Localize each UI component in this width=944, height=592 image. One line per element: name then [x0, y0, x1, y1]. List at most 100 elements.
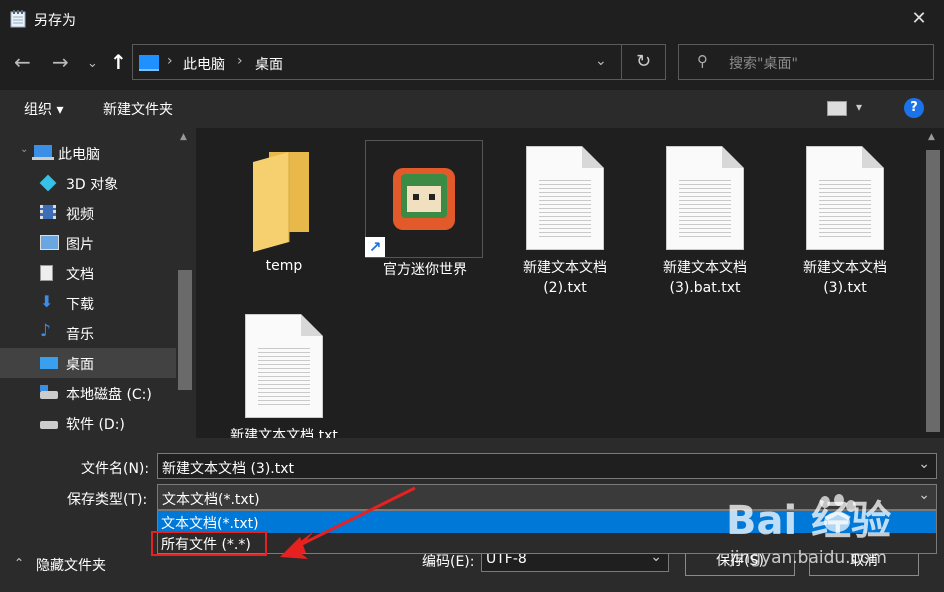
sidebar-item-drive-c[interactable]: 本地磁盘 (C:) — [0, 378, 176, 408]
filename-label: 文件名(N): — [81, 461, 150, 477]
sidebar-item-label: 3D 对象 — [66, 177, 119, 193]
documents-icon — [40, 265, 58, 281]
breadcrumb-separator-icon: › — [167, 53, 173, 69]
pictures-icon — [40, 235, 59, 251]
search-icon: ⚲ — [697, 52, 708, 70]
file-list-scrollbar-thumb[interactable] — [926, 150, 940, 432]
sidebar-item-label: 音乐 — [66, 327, 94, 343]
sidebar-item-music[interactable]: ♪ 音乐 — [0, 318, 176, 348]
help-button[interactable]: ? — [904, 98, 924, 118]
file-item-temp[interactable]: temp — [224, 148, 344, 276]
title-bar — [0, 0, 944, 38]
download-icon: ⬇ — [40, 292, 54, 311]
text-document-icon — [526, 146, 604, 250]
refresh-icon: ↻ — [635, 51, 652, 72]
view-options-icon[interactable] — [827, 101, 847, 116]
game-app-icon — [393, 168, 455, 230]
breadcrumb-separator-icon: › — [237, 53, 243, 69]
back-button[interactable]: ← — [14, 52, 31, 72]
window-title: 另存为 — [34, 13, 76, 29]
filename-input[interactable]: 新建文本文档 (3).txt ⌄ — [157, 453, 937, 479]
file-label: 新建文本文档 (2).txt — [523, 260, 607, 296]
sidebar-item-label: 本地磁盘 (C:) — [66, 387, 152, 403]
sidebar-item-video[interactable]: 视频 — [0, 198, 176, 228]
sidebar-item-documents[interactable]: 文档 — [0, 258, 176, 288]
arrow-left-icon: ← — [14, 50, 31, 74]
sidebar-item-label: 图片 — [66, 237, 94, 253]
file-item-doc[interactable]: 新建文本文档.txt — [224, 314, 344, 438]
text-document-icon — [245, 314, 323, 418]
breadcrumb-this-pc[interactable]: 此电脑 — [183, 54, 225, 74]
hide-folders-toggle[interactable]: 隐藏文件夹 — [36, 555, 106, 575]
computer-icon — [32, 145, 54, 161]
close-button[interactable]: ✕ — [904, 6, 934, 32]
text-document-icon — [666, 146, 744, 250]
sidebar-item-label: 桌面 — [66, 357, 94, 373]
drive-icon — [40, 415, 58, 431]
video-icon — [40, 205, 58, 221]
file-label: 新建文本文档 (3).txt — [803, 260, 887, 296]
recent-locations-button[interactable]: ⌄ — [87, 54, 98, 74]
computer-icon — [139, 55, 159, 71]
refresh-button[interactable]: ↻ — [622, 44, 666, 80]
scroll-up-icon[interactable]: ▲ — [928, 132, 935, 142]
file-item-doc-3-bat[interactable]: 新建文本文档 (3).bat.txt — [645, 146, 765, 296]
annotation-arrow-icon — [280, 486, 416, 559]
encoding-label: 编码(E): — [422, 554, 475, 570]
file-item-doc-2[interactable]: 新建文本文档 (2).txt — [505, 146, 625, 296]
arrow-up-icon: ↑ — [110, 50, 127, 74]
sidebar-item-desktop[interactable]: 桌面 — [0, 348, 176, 378]
watermark-url: jingyan.baidu.com — [730, 548, 887, 568]
annotation-highlight-box — [151, 531, 267, 556]
up-button[interactable]: ↑ — [110, 52, 127, 72]
search-placeholder: 搜索"桌面" — [729, 56, 798, 72]
watermark-brand: Bai 经验 — [726, 498, 892, 544]
sidebar-item-pictures[interactable]: 图片 — [0, 228, 176, 258]
new-folder-button[interactable]: 新建文件夹 — [103, 99, 173, 119]
sidebar-item-label: 文档 — [66, 267, 94, 283]
chevron-up-icon[interactable]: ⌃ — [14, 556, 24, 570]
file-label: 官方迷你世界 — [383, 262, 467, 278]
sidebar-item-drive-d[interactable]: 软件 (D:) — [0, 408, 176, 438]
chevron-down-icon[interactable]: ⌄ — [918, 456, 930, 472]
forward-button[interactable]: → — [52, 52, 69, 72]
sidebar-item-downloads[interactable]: ⬇ 下载 — [0, 288, 176, 318]
text-document-icon — [806, 146, 884, 250]
chevron-down-icon: ⌄ — [87, 56, 98, 71]
sidebar-scrollbar-thumb[interactable] — [178, 270, 192, 390]
sidebar-item-this-pc[interactable]: ⌄ 此电脑 — [0, 138, 176, 168]
filetype-value: 文本文档(*.txt) — [162, 492, 260, 508]
folder-icon — [253, 152, 309, 252]
expand-icon[interactable]: ⌄ — [20, 144, 28, 155]
paw-icon — [816, 494, 860, 534]
option-label: 文本文档(*.txt) — [161, 516, 259, 532]
address-bar[interactable]: › 此电脑 › 桌面 ⌄ — [132, 44, 622, 80]
music-icon: ♪ — [40, 321, 51, 341]
baidu-watermark: Bai 经验 jingyan.baidu.com — [700, 478, 940, 578]
file-label: 新建文本文档.txt — [230, 428, 338, 438]
shortcut-arrow-icon: ↗ — [365, 237, 385, 257]
view-options-chevron-icon[interactable]: ▾ — [856, 100, 862, 114]
sidebar-item-label: 软件 (D:) — [66, 417, 125, 433]
navigation-pane: ⌄ 此电脑 3D 对象 视频 图片 文档 ⬇ 下载 ♪ 音乐 桌面 本地磁盘 (… — [0, 128, 196, 438]
close-icon: ✕ — [911, 8, 927, 29]
sidebar-item-3d-objects[interactable]: 3D 对象 — [0, 168, 176, 198]
address-dropdown-icon[interactable]: ⌄ — [595, 53, 607, 69]
organize-menu[interactable]: 组织 ▾ — [24, 99, 63, 119]
sidebar-item-label: 此电脑 — [58, 147, 100, 163]
file-list: temp ↗ 官方迷你世界 新建文本文档 (2).txt 新建文本文档 (3).… — [196, 128, 944, 438]
breadcrumb-desktop[interactable]: 桌面 — [255, 54, 283, 74]
filename-value: 新建文本文档 (3).txt — [162, 461, 294, 477]
file-item-shortcut-label: 官方迷你世界 — [365, 260, 485, 280]
file-label: temp — [265, 258, 303, 274]
sidebar-item-label: 下载 — [66, 297, 94, 313]
file-item-doc-3[interactable]: 新建文本文档 (3).txt — [785, 146, 905, 296]
file-item-shortcut[interactable]: ↗ — [365, 140, 483, 258]
3d-objects-icon — [39, 174, 58, 192]
filetype-label: 保存类型(T): — [67, 492, 148, 508]
sidebar-item-label: 视频 — [66, 207, 94, 223]
arrow-right-icon: → — [52, 50, 69, 74]
notepad-icon — [10, 10, 26, 28]
scroll-up-icon[interactable]: ▲ — [180, 132, 187, 142]
search-box[interactable]: ⚲ 搜索"桌面" — [678, 44, 934, 80]
